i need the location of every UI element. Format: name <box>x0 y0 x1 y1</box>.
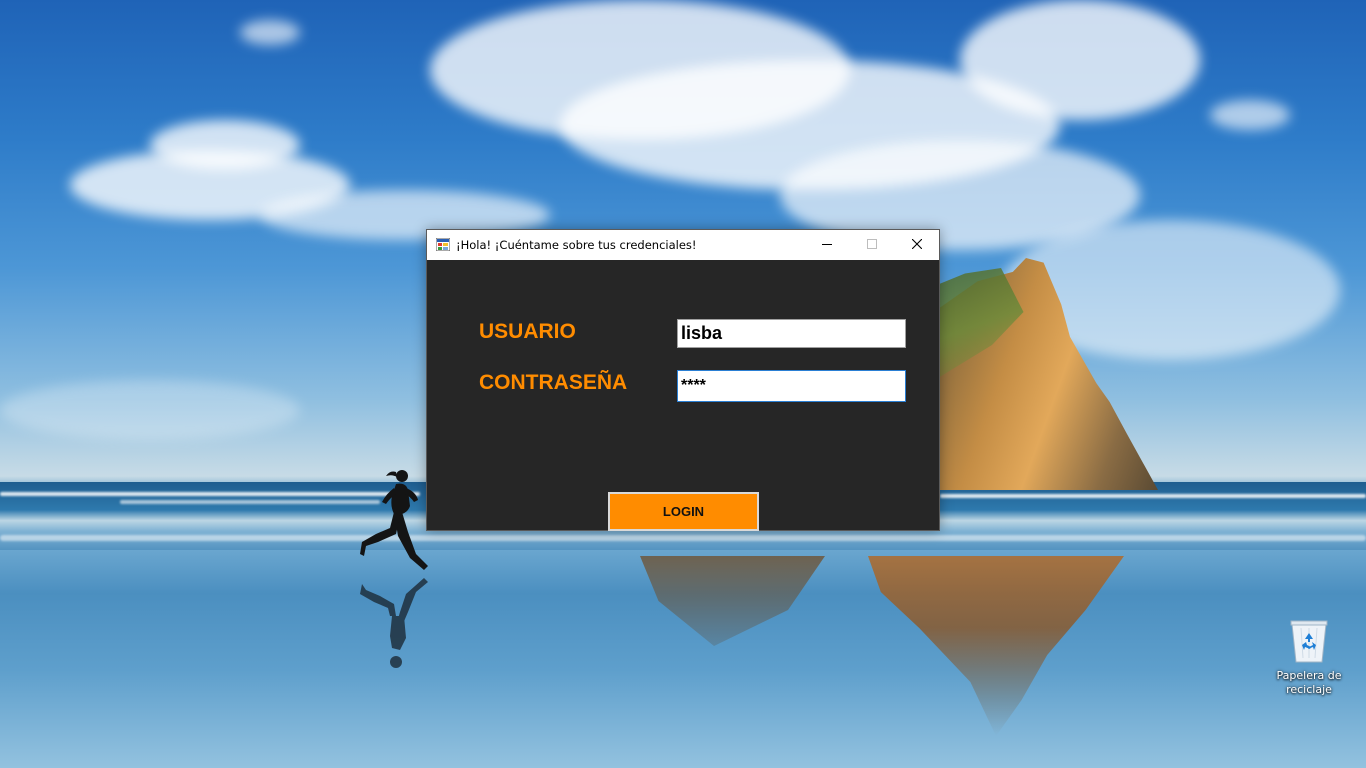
username-label: USUARIO <box>479 320 576 343</box>
login-button[interactable]: LOGIN <box>608 492 759 531</box>
minimize-icon <box>821 236 832 254</box>
runner-silhouette <box>360 470 428 668</box>
title-bar[interactable]: ¡Hola! ¡Cuéntame sobre tus credenciales! <box>427 230 939 260</box>
wave-foam <box>940 494 1366 498</box>
close-button[interactable] <box>894 230 939 260</box>
wave-foam <box>0 535 1366 541</box>
window-title: ¡Hola! ¡Cuéntame sobre tus credenciales! <box>456 238 697 252</box>
cloud <box>240 20 300 45</box>
password-input[interactable] <box>677 370 906 402</box>
maximize-button[interactable] <box>849 230 894 260</box>
cloud <box>960 0 1200 120</box>
cloud <box>1210 100 1290 130</box>
recycle-bin-label: Papelera de reciclaje <box>1276 669 1342 696</box>
close-icon <box>911 236 922 254</box>
maximize-icon <box>866 236 877 254</box>
cloud <box>150 120 300 170</box>
recycle-bin-shortcut[interactable]: Papelera de reciclaje <box>1266 618 1352 702</box>
wave-foam <box>120 500 380 504</box>
minimize-button[interactable] <box>804 230 849 260</box>
login-dialog: ¡Hola! ¡Cuéntame sobre tus credenciales!… <box>426 229 940 531</box>
cloud <box>0 380 300 440</box>
password-label: CONTRASEÑA <box>479 371 628 394</box>
login-form: USUARIO CONTRASEÑA LOGIN <box>427 260 939 531</box>
username-input[interactable] <box>677 319 906 348</box>
recycle-bin-icon <box>1289 618 1329 664</box>
form-app-icon[interactable] <box>435 237 451 252</box>
